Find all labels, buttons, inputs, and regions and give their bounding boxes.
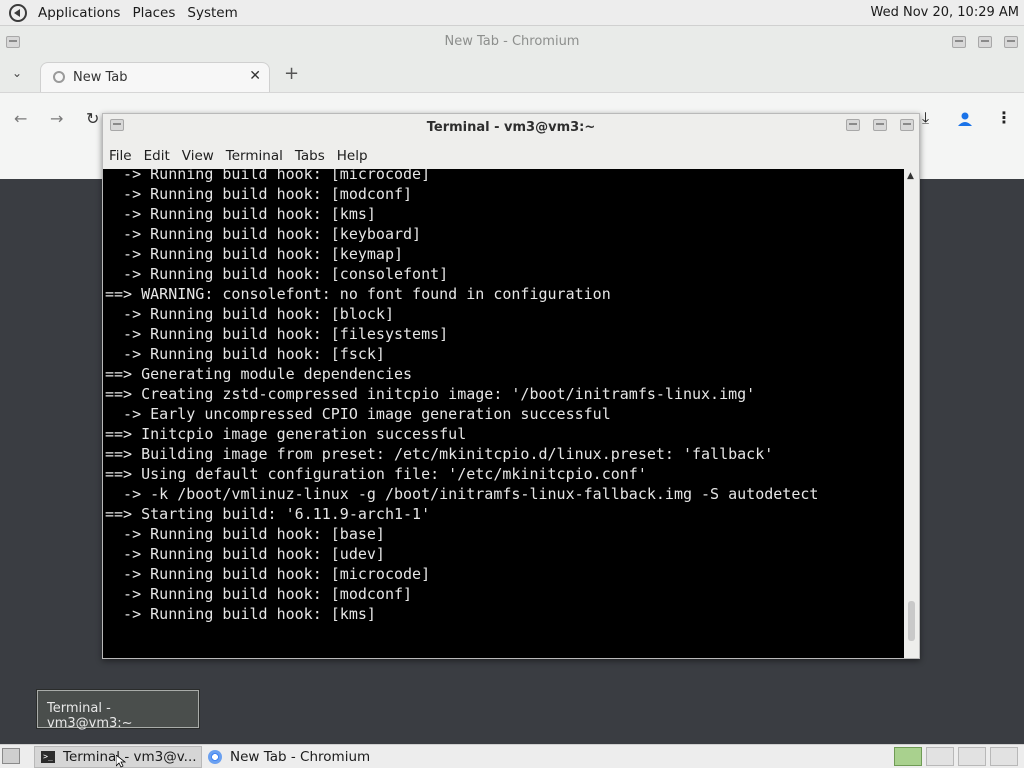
- maximize-icon[interactable]: [978, 36, 992, 48]
- terminal-line: -> Running build hook: [kms]: [105, 605, 376, 623]
- terminal-line: ==> WARNING: consolefont: no font found …: [105, 285, 611, 303]
- tab-search-chevron-icon[interactable]: ⌄: [12, 66, 22, 80]
- terminal-line: ==> Generating module dependencies: [105, 365, 413, 383]
- terminal-line: ==> Creating zstd-compressed initcpio im…: [105, 385, 756, 403]
- scroll-up-icon[interactable]: ▲: [907, 171, 914, 181]
- terminal-line: ==> Starting build: '6.11.9-arch1-1': [105, 505, 431, 523]
- window-menu-icon[interactable]: [6, 36, 20, 48]
- close-window-icon[interactable]: [1004, 36, 1018, 48]
- taskbar-item-label: Terminal - vm3@v...: [63, 749, 197, 765]
- new-tab-button[interactable]: +: [284, 63, 299, 84]
- distro-logo-icon[interactable]: [8, 3, 28, 23]
- terminal-line: -> -k /boot/vmlinuz-linux -g /boot/initr…: [105, 485, 819, 503]
- terminal-line: -> Running build hook: [keyboard]: [105, 225, 422, 243]
- bottom-taskbar: >_ Terminal - vm3@v... New Tab - Chromiu…: [0, 744, 1024, 768]
- minimize-icon[interactable]: [952, 36, 966, 48]
- window-menu-icon[interactable]: [110, 119, 124, 131]
- terminal-icon: >_: [41, 751, 55, 763]
- menu-help[interactable]: Help: [331, 148, 374, 164]
- forward-icon[interactable]: →: [50, 109, 63, 128]
- tab-title: New Tab: [73, 70, 128, 85]
- chromium-window-title: New Tab - Chromium: [444, 34, 580, 49]
- scrollbar-thumb[interactable]: [908, 601, 915, 641]
- chromium-titlebar[interactable]: New Tab - Chromium: [0, 26, 1024, 58]
- terminal-window: Terminal - vm3@vm3:~ File Edit View Term…: [102, 113, 920, 659]
- taskbar-item-chromium[interactable]: New Tab - Chromium: [202, 746, 382, 768]
- terminal-scrollbar[interactable]: ▲: [904, 169, 919, 658]
- terminal-line: ==> Using default configuration file: '/…: [105, 465, 647, 483]
- terminal-line: -> Running build hook: [microcode]: [105, 565, 431, 583]
- tab-close-icon[interactable]: ✕: [249, 68, 261, 84]
- show-desktop-icon[interactable]: [2, 748, 20, 764]
- mouse-cursor-icon: [116, 755, 126, 768]
- terminal-line: -> Running build hook: [udev]: [105, 545, 385, 563]
- menu-file[interactable]: File: [103, 148, 138, 164]
- chromium-icon: [208, 750, 222, 764]
- profile-icon[interactable]: [956, 110, 974, 128]
- terminal-line: -> Running build hook: [modconf]: [105, 585, 413, 603]
- terminal-line: -> Running build hook: [filesystems]: [105, 325, 449, 343]
- reload-icon[interactable]: ↻: [86, 109, 99, 128]
- menu-system[interactable]: System: [181, 5, 243, 21]
- tab-new-tab[interactable]: New Tab ✕: [40, 62, 270, 92]
- menu-edit[interactable]: Edit: [138, 148, 176, 164]
- workspace-1[interactable]: [894, 747, 922, 766]
- menu-places[interactable]: Places: [126, 5, 181, 21]
- terminal-line: ==> Initcpio image generation successful: [105, 425, 467, 443]
- terminal-line: -> Running build hook: [block]: [105, 305, 394, 323]
- menu-applications[interactable]: Applications: [32, 5, 126, 21]
- terminal-line: -> Running build hook: [consolefont]: [105, 265, 449, 283]
- terminal-line: -> Running build hook: [kms]: [105, 205, 376, 223]
- menu-tabs[interactable]: Tabs: [289, 148, 331, 164]
- more-menu-icon[interactable]: ⋮: [996, 108, 1012, 127]
- workspace-3[interactable]: [958, 747, 986, 766]
- panel-menus: Applications Places System: [32, 0, 244, 26]
- terminal-line: ==> Building image from preset: /etc/mki…: [105, 445, 774, 463]
- terminal-line: -> Running build hook: [fsck]: [105, 345, 385, 363]
- workspace-2[interactable]: [926, 747, 954, 766]
- back-icon[interactable]: ←: [14, 109, 27, 128]
- terminal-line: -> Running build hook: [base]: [105, 525, 385, 543]
- tooltip-text: Terminal - vm3@vm3:~: [47, 701, 133, 731]
- workspace-4[interactable]: [990, 747, 1018, 766]
- close-window-icon[interactable]: [900, 119, 914, 131]
- terminal-line: -> Running build hook: [microcode]: [105, 169, 431, 183]
- download-icon[interactable]: ⤓: [922, 108, 929, 128]
- minimize-icon[interactable]: [846, 119, 860, 131]
- menu-view[interactable]: View: [176, 148, 220, 164]
- terminal-line: -> Running build hook: [keymap]: [105, 245, 404, 263]
- maximize-icon[interactable]: [873, 119, 887, 131]
- globe-icon: [53, 71, 65, 83]
- terminal-line: -> Early uncompressed CPIO image generat…: [105, 405, 611, 423]
- taskbar-tooltip: Terminal - vm3@vm3:~: [36, 689, 200, 731]
- terminal-output: -> Running build hook: [microcode] -> Ru…: [103, 169, 818, 624]
- terminal-window-title: Terminal - vm3@vm3:~: [426, 120, 596, 135]
- top-panel: Applications Places System Wed Nov 20, 1…: [0, 0, 1024, 26]
- terminal-titlebar[interactable]: Terminal - vm3@vm3:~: [103, 114, 919, 142]
- taskbar-item-label: New Tab - Chromium: [230, 749, 371, 765]
- terminal-line: -> Running build hook: [modconf]: [105, 185, 413, 203]
- clock[interactable]: Wed Nov 20, 10:29 AM: [871, 5, 1020, 20]
- terminal-menubar: File Edit View Terminal Tabs Help: [103, 144, 919, 168]
- terminal-screen[interactable]: -> Running build hook: [microcode] -> Ru…: [103, 169, 904, 658]
- menu-terminal[interactable]: Terminal: [220, 148, 289, 164]
